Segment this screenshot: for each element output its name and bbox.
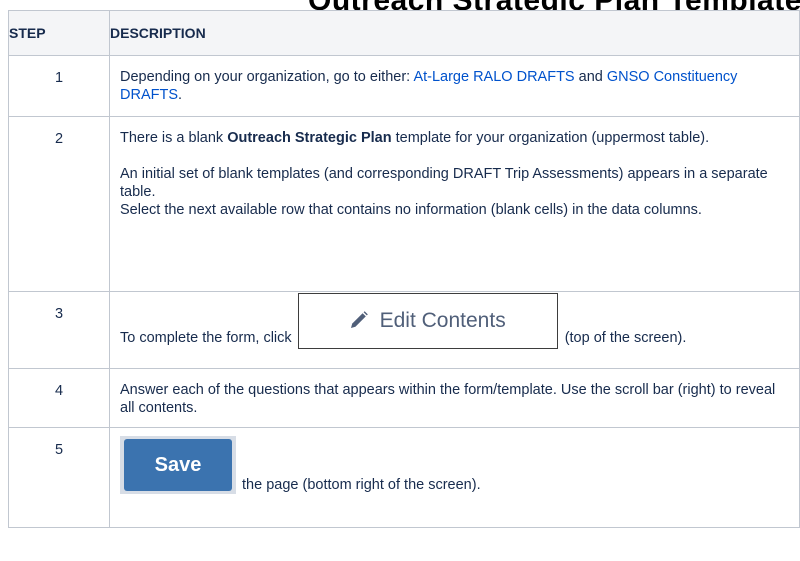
step-description: To complete the form, click Edit Content…	[109, 291, 800, 369]
outreach-plan-emphasis: Outreach Strategic Plan	[227, 130, 392, 146]
step-text: .	[178, 87, 183, 103]
step-paragraph: There is a blank Outreach Strategic Plan…	[120, 129, 787, 147]
step-text: Depending on your organization, go to ei…	[120, 69, 414, 85]
step-description: Depending on your organization, go to ei…	[109, 55, 800, 117]
step-paragraph: An initial set of blank templates (and c…	[120, 166, 768, 200]
save-button[interactable]: Save	[120, 436, 236, 494]
column-header-step: STEP	[8, 10, 110, 56]
step-text: To complete the form, click	[120, 330, 296, 346]
step-text: the page (bottom right of the screen).	[238, 477, 481, 493]
edit-contents-label: Edit Contents	[379, 309, 506, 332]
pencil-icon	[350, 311, 368, 328]
edit-contents-button[interactable]: Edit Contents	[297, 293, 558, 349]
table-header-row: STEP DESCRIPTION	[8, 10, 800, 56]
table-row: 3 To complete the form, click Edit Conte…	[8, 291, 800, 369]
table-row: 5 Save the page (bottom right of the scr…	[8, 427, 800, 528]
table-row: 1 Depending on your organization, go to …	[8, 55, 800, 117]
step-description: Save the page (bottom right of the scree…	[109, 427, 800, 528]
step-number: 3	[8, 291, 110, 369]
step-number: 2	[8, 116, 110, 292]
step-description: Answer each of the questions that appear…	[109, 368, 800, 428]
column-header-description: DESCRIPTION	[109, 10, 800, 56]
table-row: 2 There is a blank Outreach Strategic Pl…	[8, 116, 800, 292]
step-paragraph: Select the next available row that conta…	[120, 202, 702, 218]
step-text: (top of the screen).	[560, 330, 687, 346]
step-number: 4	[8, 368, 110, 428]
table-row: 4 Answer each of the questions that appe…	[8, 368, 800, 428]
step-description: There is a blank Outreach Strategic Plan…	[109, 116, 800, 292]
at-large-ralo-drafts-link[interactable]: At-Large RALO DRAFTS	[413, 69, 574, 85]
steps-table: STEP DESCRIPTION 1 Depending on your org…	[8, 10, 800, 528]
save-label: Save	[124, 439, 232, 491]
step-number: 1	[8, 55, 110, 117]
step-text: There is a blank	[120, 130, 228, 146]
step-number: 5	[8, 427, 110, 528]
step-text: template for your organization (uppermos…	[391, 130, 710, 146]
step-text: and	[574, 69, 607, 85]
